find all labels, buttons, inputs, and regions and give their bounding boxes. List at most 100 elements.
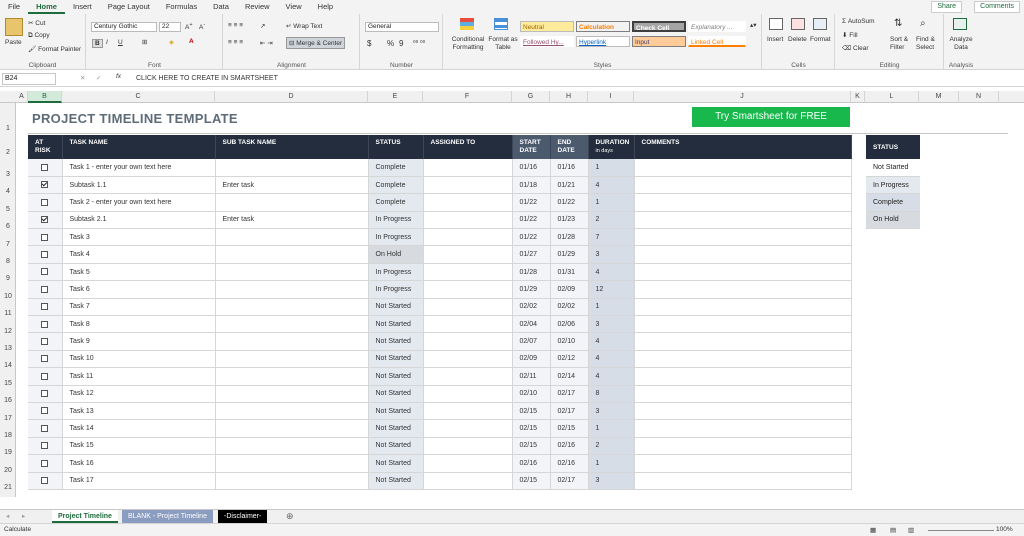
sub-task-cell[interactable] (215, 280, 369, 299)
assigned-to-cell[interactable] (423, 280, 513, 299)
align-left-icon[interactable]: ≡ ≡ ≡ (228, 39, 243, 46)
end-date-cell[interactable]: 02/14 (550, 367, 589, 386)
sub-task-cell[interactable] (215, 454, 369, 473)
comments-cell[interactable] (634, 437, 852, 456)
formula-input[interactable]: CLICK HERE TO CREATE IN SMARTSHEET (136, 73, 278, 85)
comments-cell[interactable] (634, 402, 852, 421)
format-button[interactable]: Format (810, 36, 831, 43)
start-date-cell[interactable]: 02/16 (512, 454, 551, 473)
ribbon-tab-review[interactable]: Review (237, 0, 278, 14)
at-risk-cell[interactable] (28, 454, 63, 473)
at-risk-checkbox[interactable] (41, 303, 49, 311)
at-risk-cell[interactable] (28, 332, 63, 351)
normal-view-icon[interactable]: ▦ (870, 526, 876, 534)
assigned-to-cell[interactable] (423, 228, 513, 247)
comma-button[interactable]: 9 (399, 39, 403, 48)
comments-cell[interactable] (634, 367, 852, 386)
status-cell[interactable]: Not Started (368, 402, 424, 421)
number-format-select[interactable]: General (365, 22, 439, 32)
assigned-to-cell[interactable] (423, 350, 513, 369)
end-date-cell[interactable]: 01/16 (550, 159, 589, 177)
end-date-cell[interactable]: 01/31 (550, 263, 589, 282)
sub-task-cell[interactable] (215, 315, 369, 334)
row-header-8[interactable]: 8 (0, 258, 16, 265)
ribbon-tab-help[interactable]: Help (310, 0, 341, 14)
end-date-cell[interactable]: 01/22 (550, 193, 589, 212)
cut-button[interactable]: ✂ Cut (28, 19, 45, 27)
assigned-to-cell[interactable] (423, 367, 513, 386)
sheet-tab-project-timeline[interactable]: Project Timeline (52, 510, 118, 523)
task-name-cell[interactable]: Subtask 1.1 (62, 176, 216, 195)
sub-task-cell[interactable] (215, 159, 369, 177)
start-date-cell[interactable]: 02/15 (512, 402, 551, 421)
sub-task-cell[interactable] (215, 228, 369, 247)
task-name-cell[interactable]: Task 14 (62, 419, 216, 438)
italic-button[interactable]: I (106, 39, 108, 46)
row-header-12[interactable]: 12 (0, 328, 16, 335)
status-cell[interactable]: Not Started (368, 454, 424, 473)
task-name-cell[interactable]: Task 6 (62, 280, 216, 299)
sub-task-cell[interactable] (215, 367, 369, 386)
ribbon-tab-home[interactable]: Home (28, 0, 65, 14)
cancel-icon[interactable]: ✕ (80, 74, 85, 82)
ribbon-tab-formulas[interactable]: Formulas (158, 0, 205, 14)
start-date-cell[interactable]: 01/22 (512, 193, 551, 212)
comments-cell[interactable] (634, 245, 852, 264)
assigned-to-cell[interactable] (423, 193, 513, 212)
column-header-j[interactable]: J (634, 91, 851, 103)
end-date-cell[interactable]: 02/17 (550, 402, 589, 421)
at-risk-cell[interactable] (28, 280, 63, 299)
row-header-18[interactable]: 18 (0, 432, 16, 439)
task-name-cell[interactable]: Task 17 (62, 472, 216, 490)
at-risk-cell[interactable] (28, 472, 63, 490)
comments-cell[interactable] (634, 385, 852, 403)
assigned-to-cell[interactable] (423, 472, 513, 490)
task-name-cell[interactable]: Task 1 - enter your own text here (62, 159, 216, 177)
enter-icon[interactable]: ✓ (96, 74, 101, 82)
column-header-i[interactable]: I (588, 91, 634, 103)
style-explanatory[interactable]: Explanatory ... (688, 21, 746, 32)
end-date-cell[interactable]: 01/28 (550, 228, 589, 247)
ribbon-tab-insert[interactable]: Insert (65, 0, 100, 14)
paste-button[interactable]: Paste (5, 39, 22, 46)
at-risk-cell[interactable] (28, 315, 63, 334)
status-cell[interactable]: Not Started (368, 298, 424, 317)
comments-cell[interactable] (634, 263, 852, 282)
sheet-tab-disclaimer[interactable]: -Disclaimer- (218, 510, 268, 523)
start-date-cell[interactable]: 01/18 (512, 176, 551, 195)
end-date-cell[interactable]: 02/15 (550, 419, 589, 438)
style-check-cell[interactable]: Check Cell (632, 21, 686, 32)
at-risk-cell[interactable] (28, 350, 63, 369)
style-calculation[interactable]: Calculation (576, 21, 630, 32)
status-cell[interactable]: In Progress (368, 211, 424, 230)
comments-cell[interactable] (634, 419, 852, 438)
at-risk-cell[interactable] (28, 211, 63, 230)
row-header-16[interactable]: 16 (0, 397, 16, 404)
assigned-to-cell[interactable] (423, 437, 513, 456)
assigned-to-cell[interactable] (423, 159, 513, 177)
sub-task-cell[interactable]: Enter task (215, 211, 369, 230)
insert-button[interactable]: Insert (767, 36, 783, 43)
task-name-cell[interactable]: Task 15 (62, 437, 216, 456)
end-date-cell[interactable]: 01/21 (550, 176, 589, 195)
column-header-l[interactable]: L (865, 91, 919, 103)
end-date-cell[interactable]: 02/17 (550, 472, 589, 490)
align-top-icon[interactable]: ≡ ≡ ≡ (228, 22, 243, 29)
row-header-2[interactable]: 2 (0, 149, 16, 156)
at-risk-checkbox[interactable] (41, 337, 49, 345)
assigned-to-cell[interactable] (423, 315, 513, 334)
column-header-n[interactable]: N (959, 91, 999, 103)
comments-cell[interactable] (634, 159, 852, 177)
task-name-cell[interactable]: Subtask 2.1 (62, 211, 216, 230)
font-color-icon[interactable]: A (189, 38, 194, 45)
end-date-cell[interactable]: 02/09 (550, 280, 589, 299)
status-cell[interactable]: Not Started (368, 419, 424, 438)
end-date-cell[interactable]: 01/23 (550, 211, 589, 230)
task-name-cell[interactable]: Task 11 (62, 367, 216, 386)
comments-cell[interactable] (634, 280, 852, 299)
start-date-cell[interactable]: 02/10 (512, 385, 551, 403)
start-date-cell[interactable]: 02/07 (512, 332, 551, 351)
comments-cell[interactable] (634, 332, 852, 351)
sub-task-cell[interactable] (215, 193, 369, 212)
comments-cell[interactable] (634, 193, 852, 212)
